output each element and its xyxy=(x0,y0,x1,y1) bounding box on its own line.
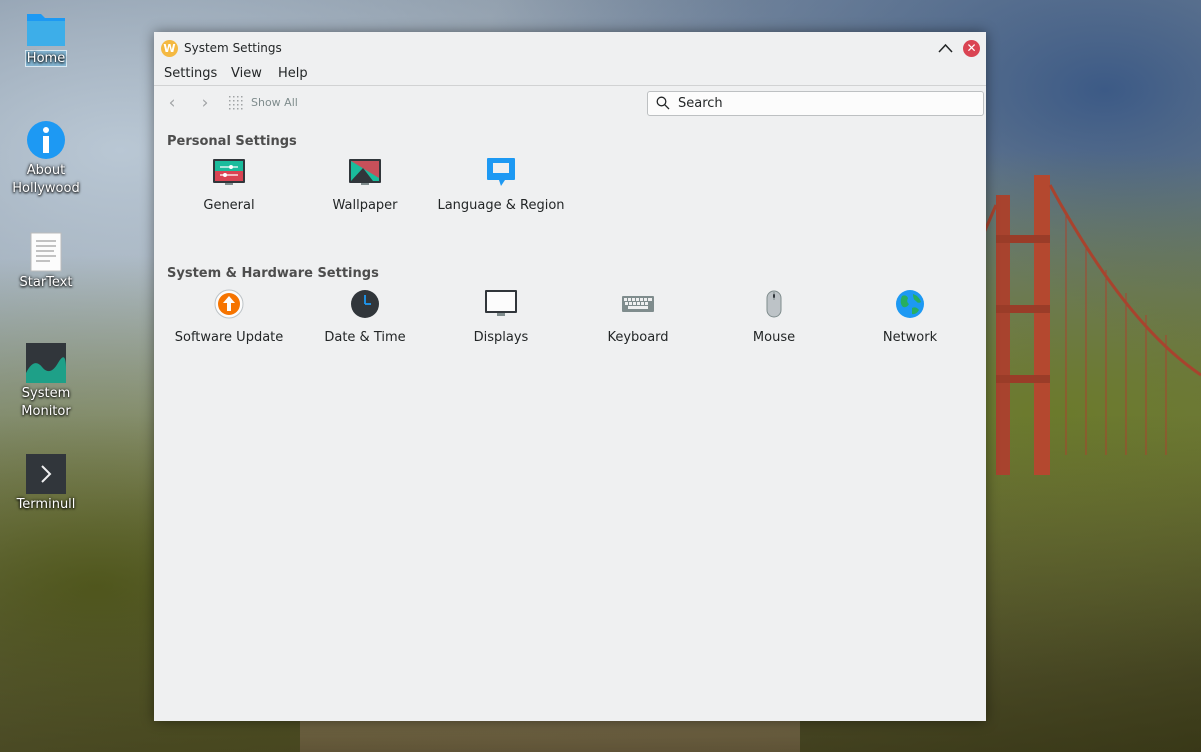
folder-icon xyxy=(27,14,65,46)
back-button[interactable]: ‹ xyxy=(162,93,182,113)
grid-icon[interactable] xyxy=(228,95,244,111)
clock-icon xyxy=(351,290,379,318)
globe-icon xyxy=(896,290,924,318)
settings-item-label: Displays xyxy=(473,330,529,345)
chevron-left-icon: ‹ xyxy=(168,93,176,113)
titlebar[interactable]: W System Settings ✕ xyxy=(154,32,986,64)
menubar: Settings View Help xyxy=(154,64,986,86)
desktop-icon-startext[interactable]: StarText xyxy=(0,232,92,292)
desktop-icon-label: System Monitor xyxy=(21,386,71,419)
settings-item-label: Software Update xyxy=(174,330,284,345)
desktop-icon-system-monitor[interactable]: System Monitor xyxy=(0,343,92,421)
toolbar: ‹ › Show All xyxy=(154,86,986,120)
bridge-wallpaper-detail xyxy=(986,175,1201,475)
system-monitor-icon xyxy=(26,343,66,383)
settings-item-network[interactable]: Network xyxy=(842,288,978,345)
settings-item-language-region[interactable]: Language & Region xyxy=(433,156,569,213)
section-title-personal: Personal Settings xyxy=(167,134,297,149)
terminal-icon xyxy=(26,454,66,494)
desktop-icon-label: Home xyxy=(24,50,68,67)
app-logo-icon: W xyxy=(161,40,178,57)
show-all-button[interactable]: Show All xyxy=(251,96,298,109)
search-icon xyxy=(656,96,670,110)
general-settings-icon xyxy=(213,159,245,185)
forward-button[interactable]: › xyxy=(195,93,215,113)
system-settings-window: W System Settings ✕ Settings View Help ‹… xyxy=(154,32,986,721)
keyboard-icon xyxy=(622,296,654,312)
chevron-right-icon: › xyxy=(201,93,209,113)
settings-item-label: Wallpaper xyxy=(332,198,398,213)
desktop-icon-home[interactable]: Home xyxy=(0,10,92,68)
close-button[interactable]: ✕ xyxy=(963,40,980,57)
text-document-icon xyxy=(30,232,62,272)
menu-view[interactable]: View xyxy=(231,66,262,81)
settings-item-label: Mouse xyxy=(752,330,796,345)
settings-item-label: General xyxy=(203,198,255,213)
software-update-icon xyxy=(214,289,244,319)
section-title-system-hardware: System & Hardware Settings xyxy=(167,266,379,281)
menu-settings[interactable]: Settings xyxy=(164,66,217,81)
desktop-icon-terminull[interactable]: Terminull xyxy=(0,454,92,514)
menu-help[interactable]: Help xyxy=(278,66,308,81)
monitor-icon xyxy=(485,290,517,316)
wallpaper-icon xyxy=(349,159,381,185)
settings-item-label: Date & Time xyxy=(324,330,406,345)
window-title: System Settings xyxy=(184,41,282,55)
search-box[interactable] xyxy=(647,91,984,116)
desktop-icon-label: Terminull xyxy=(16,497,76,512)
desktop-icon-about[interactable]: About Hollywood xyxy=(0,120,92,198)
mouse-icon xyxy=(766,290,782,318)
settings-item-date-time[interactable]: Date & Time xyxy=(297,288,433,345)
close-icon: ✕ xyxy=(966,41,977,55)
info-icon xyxy=(27,121,65,159)
search-input[interactable] xyxy=(678,95,968,112)
settings-item-label: Network xyxy=(882,330,938,345)
settings-item-mouse[interactable]: Mouse xyxy=(706,288,842,345)
settings-item-software-update[interactable]: Software Update xyxy=(161,288,297,345)
settings-item-displays[interactable]: Displays xyxy=(433,288,569,345)
settings-item-label: Keyboard xyxy=(607,330,669,345)
language-region-icon xyxy=(487,158,515,186)
settings-item-label: Language & Region xyxy=(437,198,565,213)
desktop-icon-label: About Hollywood xyxy=(12,163,80,196)
desktop-icon-label: StarText xyxy=(19,275,73,290)
maximize-button[interactable] xyxy=(937,40,954,57)
settings-item-general[interactable]: General xyxy=(161,156,297,213)
settings-item-keyboard[interactable]: Keyboard xyxy=(570,288,706,345)
settings-item-wallpaper[interactable]: Wallpaper xyxy=(297,156,433,213)
